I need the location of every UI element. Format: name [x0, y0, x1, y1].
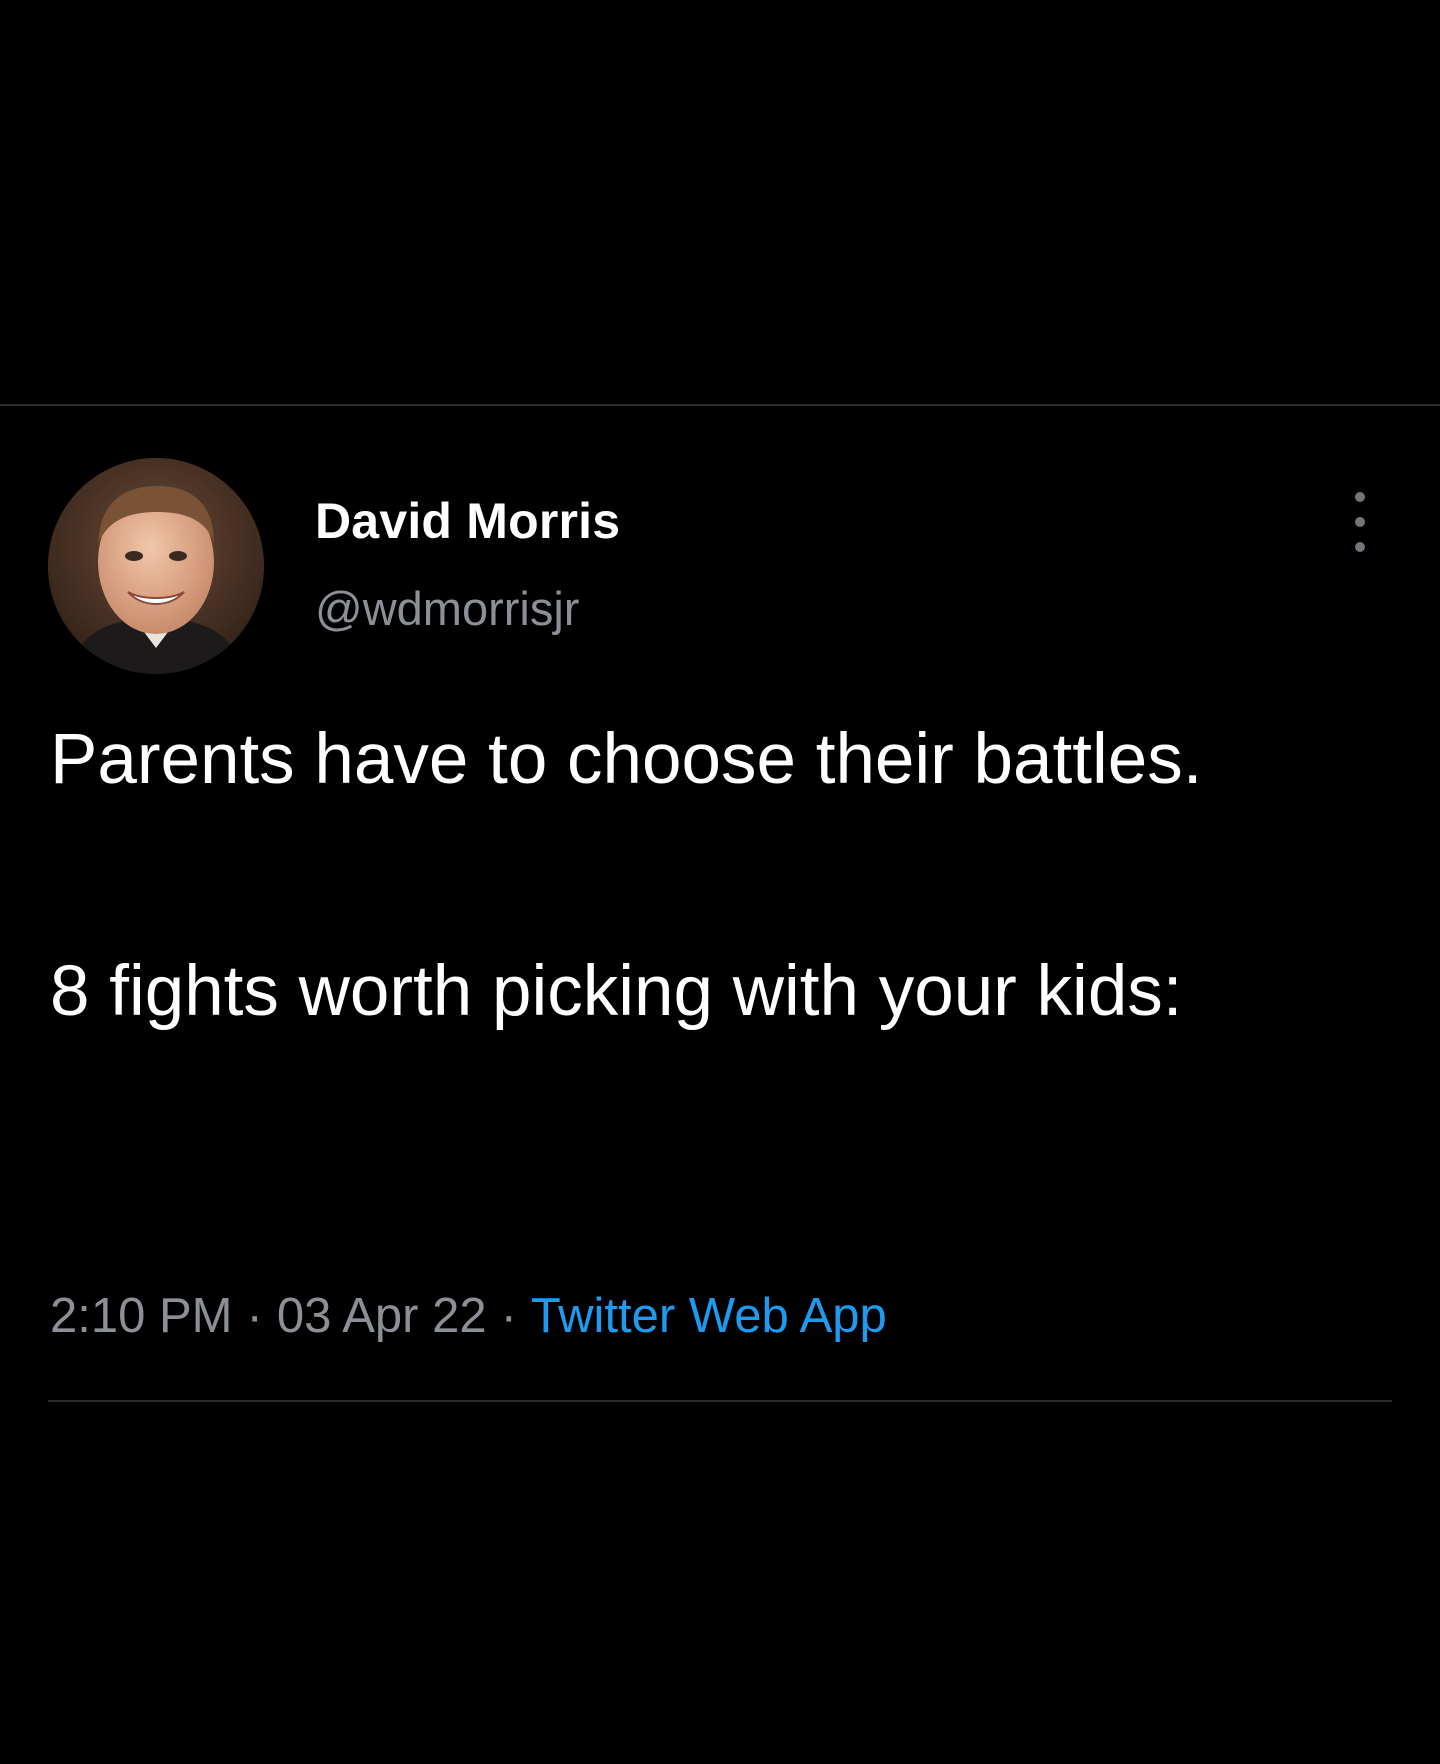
- tweet-source-link[interactable]: Twitter Web App: [531, 1289, 887, 1343]
- tweet-text: Parents have to choose their battles. 8 …: [50, 702, 1370, 1050]
- tweet-meta: 2:10 PM · 03 Apr 22 · Twitter Web App: [50, 1288, 887, 1344]
- profile-photo-icon: [48, 458, 264, 674]
- more-dot: [1355, 517, 1365, 527]
- tweet-time[interactable]: 2:10 PM: [50, 1289, 232, 1343]
- bottom-divider: [48, 1400, 1392, 1402]
- author-display-name[interactable]: David Morris: [315, 492, 620, 550]
- author-handle[interactable]: @wdmorrisjr: [315, 581, 579, 636]
- avatar[interactable]: [48, 458, 264, 674]
- meta-separator: ·: [246, 1289, 263, 1343]
- top-divider: [0, 404, 1440, 406]
- more-dot: [1355, 542, 1365, 552]
- more-vertical-icon[interactable]: [1346, 492, 1374, 552]
- tweet-paragraph-1: Parents have to choose their battles.: [50, 720, 1203, 799]
- more-dot: [1355, 492, 1365, 502]
- meta-separator: ·: [500, 1289, 517, 1343]
- tweet-date[interactable]: 03 Apr 22: [277, 1289, 487, 1343]
- tweet-paragraph-2: 8 fights worth picking with your kids:: [50, 952, 1183, 1031]
